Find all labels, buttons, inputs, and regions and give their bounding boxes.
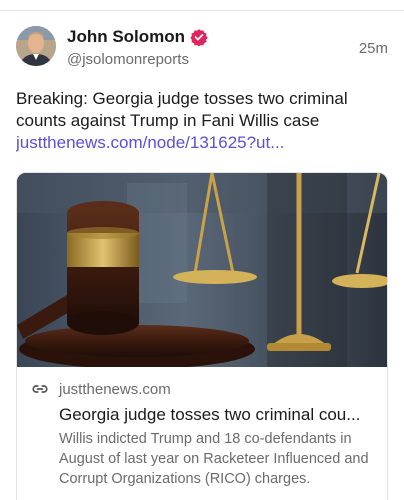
- author-block: John Solomon @jsolomonreports: [67, 26, 208, 68]
- gavel-and-scales-illustration: [17, 173, 387, 369]
- avatar-photo: [16, 26, 56, 66]
- post-text: Breaking: Georgia judge tosses two crimi…: [16, 89, 348, 130]
- link-icon: [32, 385, 48, 393]
- link-preview-title[interactable]: Georgia judge tosses two criminal cou...: [59, 403, 379, 427]
- link-preview-description: Willis indicted Trump and 18 co-defendan…: [59, 431, 369, 487]
- link-domain-row: justthenews.com: [31, 379, 171, 399]
- link-preview-image: [17, 173, 387, 369]
- verified-badge-icon: [190, 29, 208, 46]
- avatar[interactable]: [16, 26, 56, 66]
- author-name[interactable]: John Solomon: [67, 27, 185, 47]
- post-header: John Solomon @jsolomonreports 25m: [16, 26, 388, 70]
- link-preview-card[interactable]: justthenews.com Georgia judge tosses two…: [16, 172, 388, 500]
- top-divider: [0, 10, 404, 11]
- post-link[interactable]: justthenews.com/node/131625?ut...: [16, 132, 388, 154]
- author-handle[interactable]: @jsolomonreports: [67, 51, 208, 68]
- author-name-row: John Solomon: [67, 26, 208, 48]
- link-domain: justthenews.com: [59, 380, 171, 398]
- post-timestamp: 25m: [358, 40, 388, 57]
